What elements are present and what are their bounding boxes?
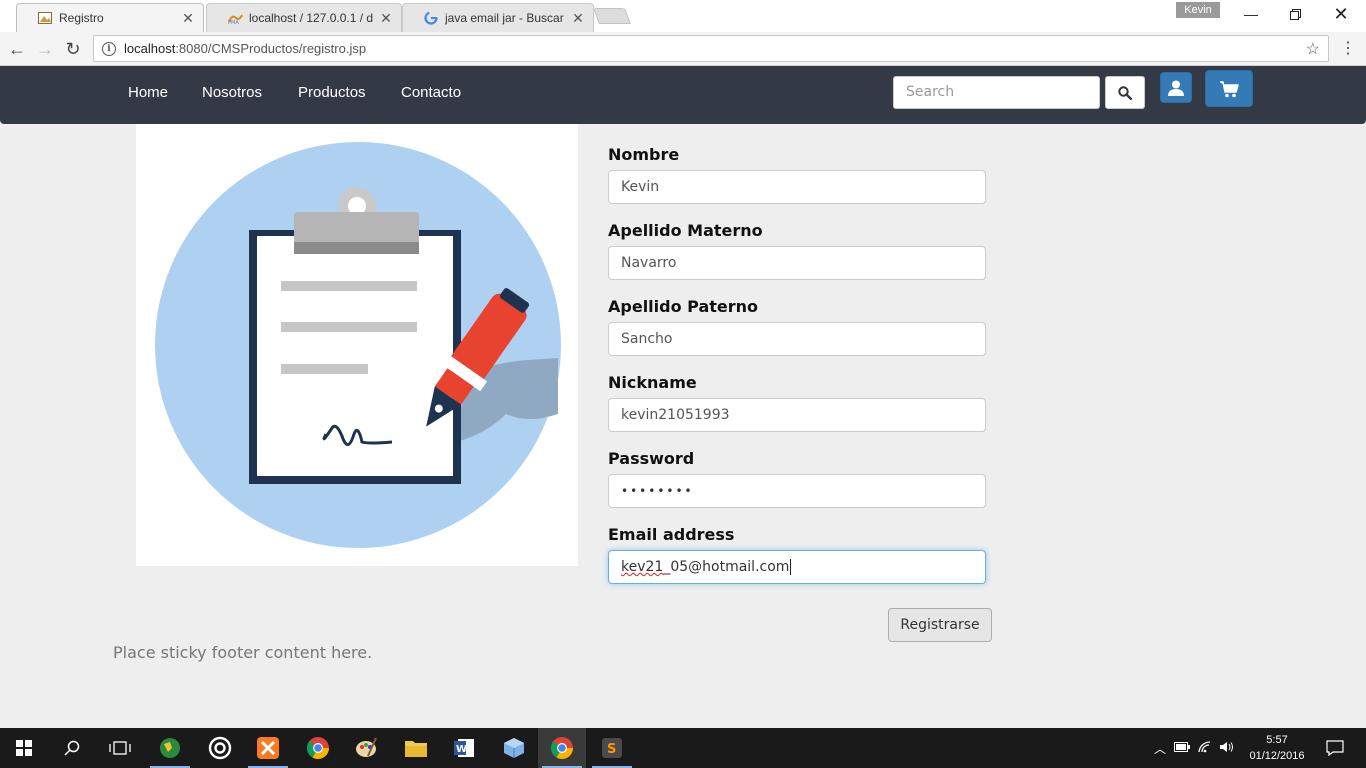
tab-registro[interactable]: Registro ✕ <box>16 3 204 32</box>
new-tab-button[interactable] <box>593 8 631 24</box>
restore-icon[interactable] <box>1272 0 1318 28</box>
sublime-text-icon[interactable]: S <box>588 728 636 768</box>
address-bar[interactable]: i localhost:8080/CMSProductos/registro.j… <box>93 35 1329 62</box>
apellido-paterno-input[interactable]: Sancho <box>608 322 986 356</box>
window-close-icon[interactable]: ✕ <box>1318 0 1364 28</box>
tab-title: java email jar - Buscar co <box>445 11 565 25</box>
apellido-materno-input[interactable]: Navarro <box>608 246 986 280</box>
chrome-icon[interactable] <box>294 728 342 768</box>
registration-form: Nombre Kevin Apellido Materno Navarro Ap… <box>608 142 986 598</box>
clock-time: 5:57 <box>1266 734 1288 746</box>
nav-link-productos[interactable]: Productos <box>298 84 366 101</box>
shopping-cart-button[interactable] <box>1205 70 1253 107</box>
windows-taskbar: W S ︿ 5:57 01/12/2016 <box>0 728 1366 768</box>
password-mask: •••••••• <box>621 484 694 498</box>
field-email: Email address kev21 _05@hotmail.com <box>608 522 986 598</box>
chrome-menu-icon[interactable]: ⋮ <box>1340 37 1356 61</box>
bookmark-star-icon[interactable]: ☆ <box>1306 39 1320 59</box>
file-explorer-icon[interactable] <box>392 728 440 768</box>
info-icon[interactable]: i <box>102 41 116 56</box>
field-apellido-paterno: Apellido Paterno Sancho <box>608 294 986 370</box>
tab-title: Registro <box>59 11 104 25</box>
field-label: Password <box>608 449 695 468</box>
search-icon[interactable] <box>48 728 96 768</box>
task-view-icon[interactable] <box>96 728 144 768</box>
close-icon[interactable]: ✕ <box>571 10 585 27</box>
tab-google-search[interactable]: java email jar - Buscar co ✕ <box>402 3 594 32</box>
field-nombre: Nombre Kevin <box>608 142 986 218</box>
reload-icon[interactable]: ↻ <box>61 37 85 61</box>
svg-text:W: W <box>456 744 467 755</box>
tab-phpmyadmin[interactable]: PMA localhost / 127.0.0.1 / db ✕ <box>206 3 402 32</box>
virtualbox-icon[interactable] <box>490 728 538 768</box>
wifi-icon[interactable] <box>1194 740 1216 756</box>
text-caret <box>790 559 792 575</box>
browser-tab-strip: Registro ✕ PMA localhost / 127.0.0.1 / d… <box>0 0 1366 32</box>
system-tray: ︿ <box>1150 728 1238 768</box>
email-value: _05@hotmail.com <box>663 559 790 575</box>
email-input[interactable]: kev21 _05@hotmail.com <box>608 550 986 584</box>
taskbar-clock[interactable]: 5:57 01/12/2016 <box>1240 732 1314 764</box>
xampp-icon[interactable] <box>244 728 292 768</box>
sticky-footer-text: Place sticky footer content here. <box>113 643 373 662</box>
chrome-active-icon[interactable] <box>538 728 586 768</box>
registrarse-button[interactable]: Registrarse <box>888 608 992 642</box>
windows-start-icon[interactable] <box>0 728 48 768</box>
nav-link-contacto[interactable]: Contacto <box>401 84 461 101</box>
phpmyadmin-favicon-icon: PMA <box>227 10 243 26</box>
battery-icon[interactable] <box>1170 741 1194 755</box>
nickname-input[interactable]: kevin21051993 <box>608 398 986 432</box>
tab-title: localhost / 127.0.0.1 / db <box>249 11 373 25</box>
svg-text:S: S <box>607 742 616 757</box>
url-text[interactable]: localhost:8080/CMSProductos/registro.jsp <box>124 41 366 56</box>
search-button[interactable] <box>1105 76 1145 109</box>
nav-link-nosotros[interactable]: Nosotros <box>202 84 262 101</box>
field-password: Password •••••••• <box>608 446 986 522</box>
registration-illustration <box>136 124 578 566</box>
volume-icon[interactable] <box>1216 741 1238 756</box>
field-label: Nombre <box>608 145 680 164</box>
close-icon[interactable]: ✕ <box>379 10 393 27</box>
word-icon[interactable]: W <box>440 728 488 768</box>
field-label: Nickname <box>608 373 697 392</box>
field-label: Apellido Paterno <box>608 297 759 316</box>
nombre-input[interactable]: Kevin <box>608 170 986 204</box>
user-account-button[interactable] <box>1160 72 1192 103</box>
action-center-icon[interactable] <box>1320 728 1350 768</box>
nav-link-home[interactable]: Home <box>128 84 168 101</box>
target-app-icon[interactable] <box>196 728 244 768</box>
paint-icon[interactable] <box>342 728 390 768</box>
site-navbar: Home Nosotros Productos Contacto Search <box>0 66 1366 124</box>
email-value-misspelled: kev21 <box>621 559 664 575</box>
search-input[interactable]: Search <box>893 76 1100 109</box>
google-favicon-icon <box>423 10 439 26</box>
field-nickname: Nickname kevin21051993 <box>608 370 986 446</box>
close-icon[interactable]: ✕ <box>181 10 195 27</box>
user-icon <box>1168 80 1184 96</box>
back-arrow-icon[interactable]: ← <box>5 37 29 61</box>
browser-toolbar: ← → ↻ i localhost:8080/CMSProductos/regi… <box>0 32 1366 66</box>
forward-arrow-icon[interactable]: → <box>33 37 57 61</box>
world-map-app-icon[interactable] <box>146 728 194 768</box>
shopping-cart-icon <box>1220 80 1239 97</box>
field-label: Email address <box>608 525 735 544</box>
image-favicon-icon <box>37 10 53 26</box>
search-icon <box>1118 85 1132 100</box>
password-input[interactable]: •••••••• <box>608 474 986 508</box>
svg-text:PMA: PMA <box>228 20 239 24</box>
chevron-up-icon[interactable]: ︿ <box>1150 740 1170 757</box>
profile-button[interactable]: Kevin <box>1176 2 1220 18</box>
minimize-icon[interactable]: — <box>1228 0 1274 28</box>
field-label: Apellido Materno <box>608 221 763 240</box>
field-apellido-materno: Apellido Materno Navarro <box>608 218 986 294</box>
clock-date: 01/12/2016 <box>1249 750 1305 762</box>
